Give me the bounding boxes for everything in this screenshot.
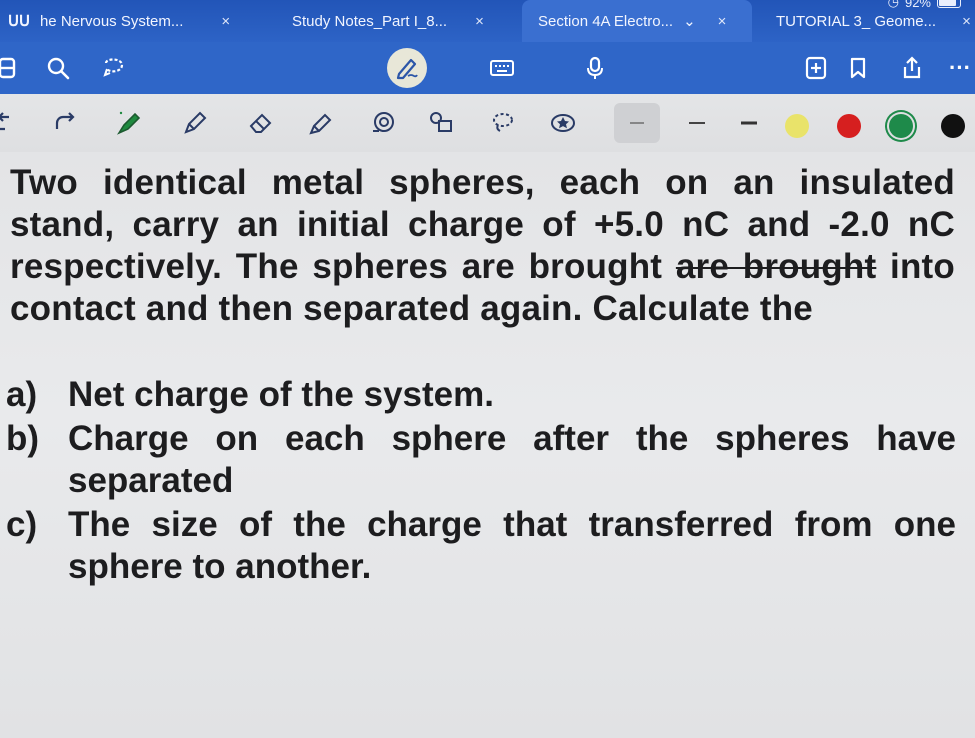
tab-section-4a[interactable]: Section 4A Electro... ⌄ × bbox=[522, 0, 752, 42]
close-icon[interactable]: × bbox=[718, 13, 727, 30]
add-page-icon[interactable] bbox=[798, 50, 834, 86]
image-tool-icon[interactable] bbox=[424, 106, 458, 140]
lasso-icon[interactable] bbox=[96, 50, 132, 86]
lasso-tool-icon[interactable] bbox=[486, 106, 520, 140]
tab-label: TUTORIAL 3_ Geome... bbox=[776, 12, 937, 30]
color-swatch-yellow[interactable] bbox=[785, 114, 809, 138]
line-width-medium[interactable] bbox=[680, 106, 714, 140]
eraser-tool-icon[interactable] bbox=[244, 106, 278, 140]
microphone-icon[interactable] bbox=[577, 50, 613, 86]
problem-statement: Two identical metal spheres, each on an … bbox=[10, 162, 955, 330]
battery-percent: 92% bbox=[904, 0, 931, 10]
question-text: Charge on each sphere after the spheres … bbox=[68, 419, 956, 500]
tab-label: Section 4A Electro... bbox=[538, 12, 674, 30]
struck-text: are brought bbox=[675, 247, 877, 286]
favorite-tool-icon[interactable] bbox=[546, 106, 580, 140]
shape-tool-icon[interactable] bbox=[366, 106, 400, 140]
pen-toolbar bbox=[0, 94, 975, 153]
bookmark-icon[interactable] bbox=[840, 50, 876, 86]
battery-status: ◷ 92% bbox=[888, 0, 961, 10]
question-c: c) The size of the charge that transferr… bbox=[6, 504, 956, 588]
undo-icon[interactable] bbox=[0, 106, 20, 140]
close-icon[interactable]: × bbox=[475, 13, 484, 30]
tab-label: he Nervous System... bbox=[39, 12, 184, 30]
notebook-tab-icon: ᑌᑌ bbox=[8, 13, 30, 30]
question-label: b) bbox=[6, 419, 40, 458]
notebook-icon[interactable] bbox=[0, 50, 28, 86]
clock-icon: ◷ bbox=[887, 0, 899, 9]
main-toolbar: ··· bbox=[0, 42, 975, 94]
document-page[interactable]: Two identical metal spheres, each on an … bbox=[0, 152, 975, 738]
question-text: The size of the charge that transferred … bbox=[68, 505, 956, 586]
more-icon[interactable]: ··· bbox=[942, 50, 975, 86]
line-width-thin[interactable] bbox=[614, 103, 660, 143]
tab-study-notes[interactable]: Study Notes_Part I_8... × bbox=[292, 0, 484, 42]
question-a: a) Net charge of the system. bbox=[6, 374, 956, 416]
question-b: b) Charge on each sphere after the spher… bbox=[6, 418, 956, 502]
color-swatch-black[interactable] bbox=[941, 114, 965, 138]
question-text: Net charge of the system. bbox=[68, 375, 494, 414]
chevron-down-icon[interactable]: ⌄ bbox=[683, 12, 696, 30]
tab-nervous-system[interactable]: ᑌᑌ he Nervous System... × bbox=[0, 0, 230, 42]
share-icon[interactable] bbox=[894, 50, 930, 86]
question-label: a) bbox=[6, 375, 38, 414]
redo-icon[interactable] bbox=[46, 106, 80, 140]
highlighter-tool-icon[interactable] bbox=[304, 106, 338, 140]
search-icon[interactable] bbox=[40, 50, 76, 86]
tab-label: Study Notes_Part I_8... bbox=[292, 12, 448, 30]
close-icon[interactable]: × bbox=[221, 13, 230, 30]
color-swatch-green-selected[interactable] bbox=[889, 114, 913, 138]
color-swatch-red[interactable] bbox=[837, 114, 861, 138]
pencil-tool-icon[interactable] bbox=[178, 106, 212, 140]
pen-tool-icon[interactable] bbox=[112, 106, 146, 140]
question-list: a) Net charge of the system. b) Charge o… bbox=[6, 374, 956, 590]
line-width-thick[interactable] bbox=[732, 106, 766, 140]
battery-icon bbox=[937, 0, 961, 8]
question-label: c) bbox=[6, 505, 38, 544]
close-icon[interactable]: × bbox=[962, 13, 971, 30]
tab-bar: ᑌᑌ he Nervous System... × Study Notes_Pa… bbox=[0, 0, 975, 42]
keyboard-icon[interactable] bbox=[484, 50, 520, 86]
pen-mode-icon[interactable] bbox=[387, 48, 427, 88]
